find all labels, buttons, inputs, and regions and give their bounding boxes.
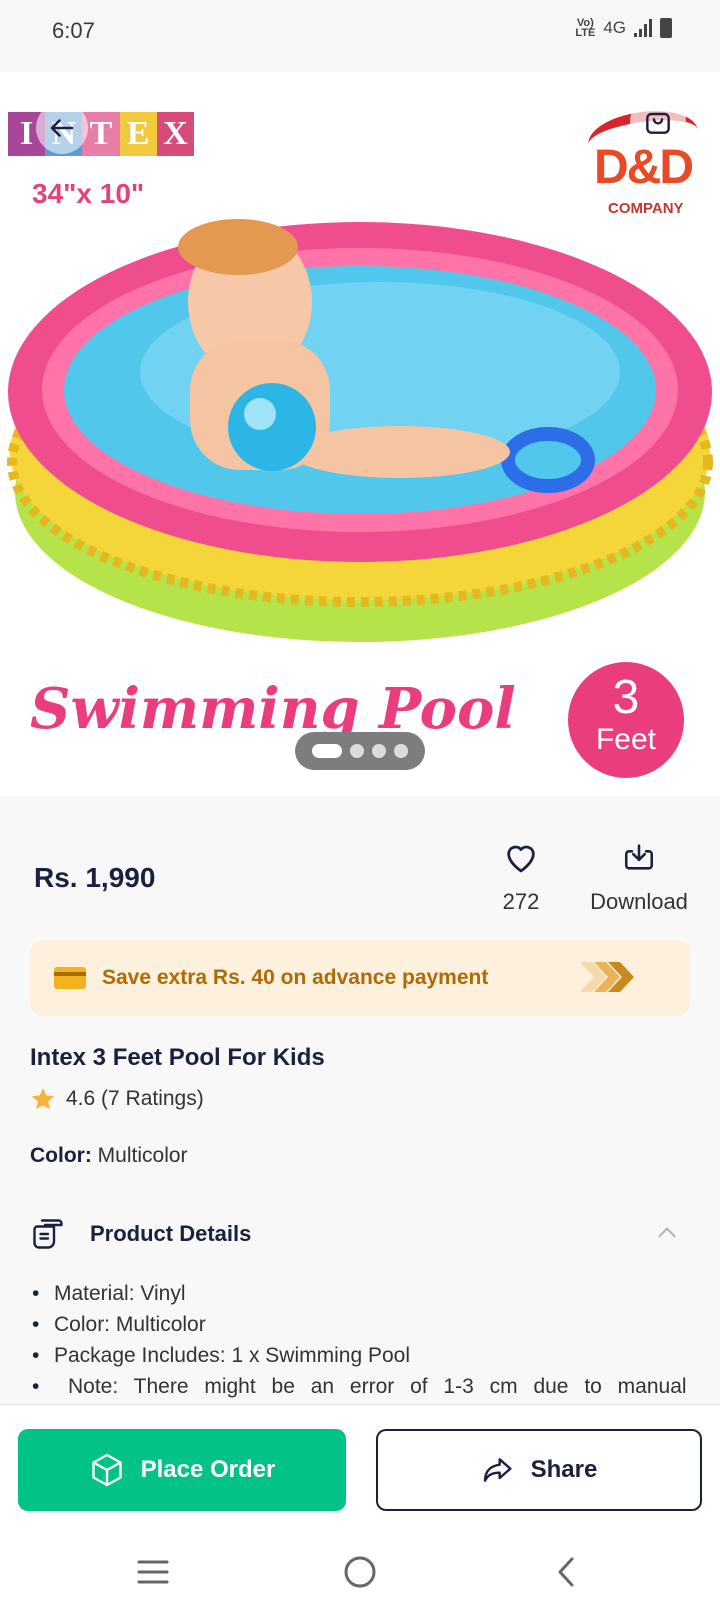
rating-text: 4.6 (7 Ratings) (66, 1087, 204, 1110)
system-nav-bar (0, 1524, 720, 1612)
product-image-carousel[interactable]: I N T E X 34"x 10" D&D COMPANY Swimming … (0, 72, 720, 796)
arrow-left-icon (50, 119, 74, 137)
star-icon (31, 1088, 55, 1110)
advance-payment-offer[interactable]: Save extra Rs. 40 on advance payment (30, 940, 690, 1016)
circle-icon (344, 1556, 376, 1588)
price: Rs. 1,990 (34, 862, 156, 893)
chevron-left-icon (558, 1557, 574, 1587)
carousel-dot[interactable] (312, 744, 342, 758)
product-title: Intex 3 Feet Pool For Kids (30, 1044, 325, 1071)
list-item: Color: Multicolor (30, 1309, 690, 1340)
status-time: 6:07 (52, 18, 95, 43)
product-details-toggle[interactable]: Product Details (30, 1214, 690, 1254)
product-details-list: Material: Vinyl Color: Multicolor Packag… (30, 1278, 690, 1402)
size-badge: 3 Feet (568, 662, 684, 778)
color-row: Color: Multicolor (30, 1144, 188, 1168)
menu-icon (137, 1560, 169, 1584)
share-icon (483, 1458, 512, 1482)
size-text: 34"x 10" (32, 178, 145, 209)
place-order-button[interactable]: Place Order (18, 1429, 346, 1511)
status-bar: 6:07 Vo) LTE 4G (0, 0, 720, 72)
recent-apps-button[interactable] (131, 1550, 175, 1594)
wishlist-button[interactable]: 272 (490, 840, 552, 915)
shopping-bag-icon (646, 112, 670, 134)
image-caption: Swimming Pool (30, 676, 516, 742)
download-button[interactable]: Download (584, 840, 694, 915)
share-label: Share (530, 1456, 598, 1483)
download-label: Download (590, 889, 688, 914)
home-button[interactable] (338, 1550, 382, 1594)
battery-icon (660, 18, 672, 38)
chevron-up-icon[interactable] (654, 1220, 680, 1246)
carousel-indicator[interactable] (295, 732, 425, 770)
rating: 4.6 (7 Ratings) (30, 1086, 204, 1112)
bottom-action-bar: Place Order Share (0, 1404, 720, 1524)
carousel-dot[interactable] (372, 744, 386, 758)
system-back-button[interactable] (544, 1550, 588, 1594)
carousel-dot[interactable] (394, 744, 408, 758)
network-type: 4G (603, 18, 626, 37)
download-icon (624, 844, 654, 870)
back-button[interactable] (36, 102, 88, 154)
place-order-label: Place Order (140, 1456, 276, 1483)
heart-icon (507, 845, 535, 873)
product-details-heading: Product Details (90, 1221, 252, 1246)
credit-card-icon (54, 967, 86, 989)
color-label: Color: (30, 1144, 92, 1167)
chevrons-right-icon (580, 962, 634, 992)
color-value: Multicolor (97, 1144, 188, 1167)
carousel-dot[interactable] (350, 744, 364, 758)
box-icon (91, 1453, 122, 1487)
wishlist-count: 272 (502, 889, 540, 914)
signal-icon (634, 19, 652, 37)
list-item: Material: Vinyl (30, 1278, 690, 1309)
document-icon (33, 1219, 63, 1249)
status-icons: Vo) LTE 4G (575, 17, 672, 39)
offer-text: Save extra Rs. 40 on advance payment (102, 966, 489, 989)
list-item: Package Includes: 1 x Swimming Pool (30, 1340, 690, 1371)
list-item: Note: There might be an error of 1-3 cm … (30, 1371, 690, 1402)
volte-icon: Vo) LTE (575, 17, 596, 39)
cart-button[interactable] (630, 94, 686, 150)
share-button[interactable]: Share (376, 1429, 702, 1511)
